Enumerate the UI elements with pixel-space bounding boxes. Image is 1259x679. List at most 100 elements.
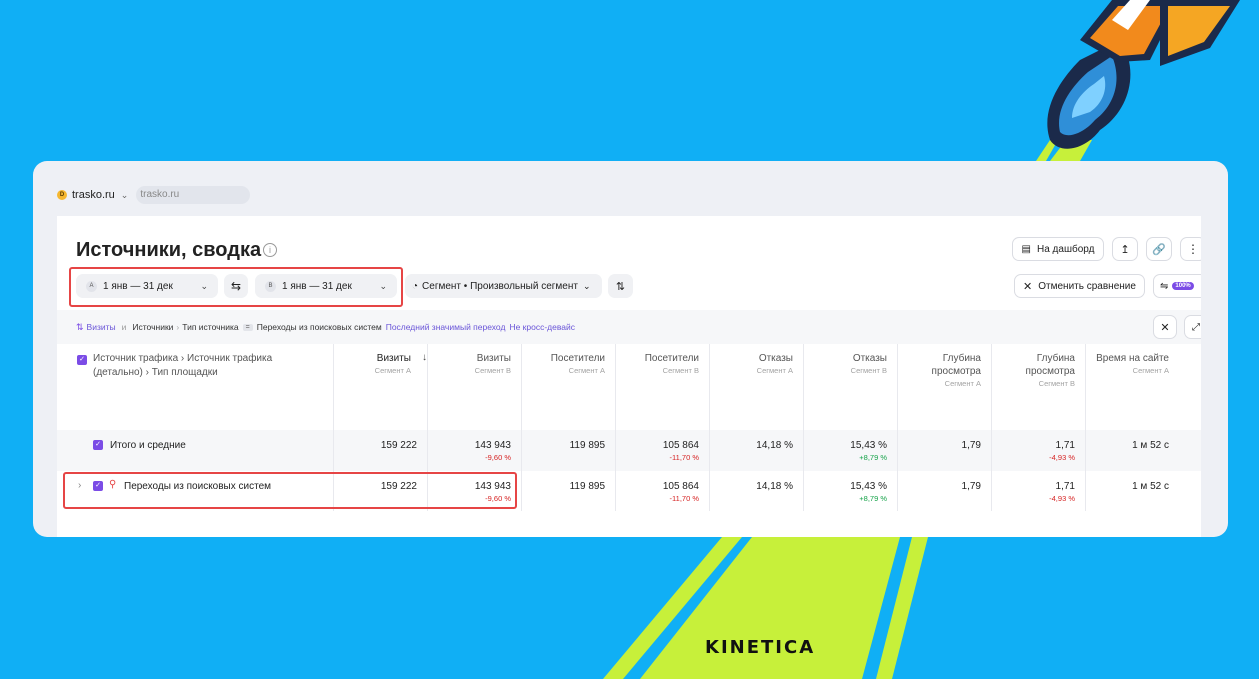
close-icon: ✕ (1160, 321, 1170, 334)
upload-icon: ↥ (1120, 243, 1130, 256)
cell-value: 15,43 % (850, 481, 887, 492)
column-header-3[interactable]: Посетители Сегмент A (521, 344, 615, 430)
column-subtitle: Сегмент B (850, 366, 887, 375)
row-label-cell: ✓ Итого и средние (57, 430, 333, 471)
filter-sort-icon: ⇅ (76, 321, 84, 332)
column-header-8[interactable]: Глубина просмотра Сегмент B (991, 344, 1085, 430)
column-header-6[interactable]: Отказы Сегмент B (803, 344, 897, 430)
cell-value: 15,43 % (850, 440, 887, 451)
brand-logo: KINETICA (705, 637, 816, 658)
report-card: D trasko.ru ⌄ trasko.ru Источники, сводк… (33, 161, 1228, 537)
sampling-button[interactable]: ⇋ 100% (1153, 274, 1201, 298)
cell-delta: +8,79 % (859, 453, 887, 462)
segment-selector[interactable]: ◔ Сегмент • Произвольный сегмент ⌄ (405, 274, 602, 298)
column-title: Глубина просмотра (1025, 353, 1075, 377)
sort-arrows-icon: ⇅ (615, 280, 626, 293)
column-header-1[interactable]: Визиты ↓ Сегмент A (333, 344, 427, 430)
column-subtitle: Сегмент B (1038, 379, 1075, 388)
column-title: Время на сайте (1096, 353, 1169, 364)
site-second-input[interactable]: trasko.ru (136, 186, 251, 204)
cell-value: 1,71 (1055, 481, 1075, 492)
column-header-2[interactable]: Визиты Сегмент B (427, 344, 521, 430)
cell-value: 1 м 52 с (1132, 481, 1169, 492)
table-cell: 119 895 (521, 430, 615, 471)
chevron-down-icon: ⌄ (582, 280, 591, 291)
filter-value[interactable]: Переходы из поисковых систем (257, 322, 382, 332)
cell-value: 14,18 % (756, 440, 793, 451)
filter-and: и (121, 322, 127, 332)
sort-settings-button[interactable]: ⇅ (608, 274, 633, 298)
to-dashboard-button[interactable]: ▤ На дашборд (1012, 237, 1104, 261)
chevron-down-icon: ⌄ (120, 189, 129, 200)
column-subtitle: Сегмент B (474, 366, 511, 375)
cell-value: 1,71 (1055, 440, 1075, 451)
table-cell: 1 м 52 с (1085, 471, 1179, 511)
column-header-5[interactable]: Отказы Сегмент A (709, 344, 803, 430)
cell-value: 14,18 % (756, 481, 793, 492)
cell-delta: -11,70 % (669, 494, 699, 503)
cell-value: 105 864 (662, 440, 699, 451)
column-subtitle: Сегмент A (568, 366, 605, 375)
breadcrumb-separator-icon: › (176, 322, 180, 332)
sample-badge: 100% (1172, 282, 1194, 290)
marker-illustration (1047, 0, 1240, 149)
table-cell: 1,79 (897, 471, 991, 511)
more-button[interactable]: ⋮ (1180, 237, 1201, 261)
column-header-4[interactable]: Посетители Сегмент B (615, 344, 709, 430)
table-cell: 143 943 -9,60 % (427, 430, 521, 471)
cancel-compare-button[interactable]: ✕ Отменить сравнение (1014, 274, 1145, 298)
column-subtitle: Сегмент B (662, 366, 699, 375)
filter-group[interactable]: Источники (132, 322, 173, 332)
attribution-link[interactable]: Последний значимый переход (386, 322, 506, 332)
sliders-icon: ⇋ (1160, 280, 1169, 292)
site-selector-bar: D trasko.ru ⌄ trasko.ru (57, 186, 251, 204)
cell-value: 105 864 (662, 481, 699, 492)
more-vertical-icon: ⋮ (1187, 242, 1199, 256)
cell-delta: -4,93 % (1049, 453, 1075, 462)
column-header-9[interactable]: Время на сайте Сегмент A (1085, 344, 1179, 430)
expand-button[interactable]: ⤢ (1184, 315, 1201, 339)
copy-link-button[interactable]: 🔗 (1146, 237, 1172, 261)
table-row: ✓ Итого и средние 159 222 143 943 -9,60 % 1… (57, 430, 1201, 471)
table-cell: 1 м 52 с (1085, 430, 1179, 471)
table-cell: 159 222 (333, 430, 427, 471)
segment-pie-icon: ◔ (412, 280, 419, 292)
dimension-header[interactable]: Источник трафика › Источник трафика (дет… (93, 352, 313, 380)
cell-value: 159 222 (380, 440, 417, 451)
site-name: trasko.ru (72, 189, 115, 201)
table-cell: 119 895 (521, 471, 615, 511)
table-cell: 105 864 -11,70 % (615, 471, 709, 511)
cell-delta: +8,79 % (859, 494, 887, 503)
site-favicon-icon: D (57, 190, 67, 200)
link-icon: 🔗 (1152, 243, 1166, 256)
cell-value: 1,79 (961, 481, 981, 492)
dimension-header-cell: ✓ Источник трафика › Источник трафика (д… (57, 344, 333, 430)
table-cell: 14,18 % (709, 471, 803, 511)
cell-value: 143 943 (474, 440, 511, 451)
table-cell: 1,79 (897, 430, 991, 471)
export-button[interactable]: ↥ (1112, 237, 1138, 261)
column-title: Отказы (852, 353, 887, 364)
column-title: Глубина просмотра (931, 353, 981, 377)
checkbox-checked-icon[interactable]: ✓ (93, 440, 103, 450)
expand-icon: ⤢ (1192, 321, 1200, 333)
table-cell: 15,43 % +8,79 % (803, 430, 897, 471)
crossdevice-link[interactable]: Не кросс-девайс (509, 322, 575, 332)
filter-metric[interactable]: Визиты (87, 322, 116, 332)
column-header-7[interactable]: Глубина просмотра Сегмент A (897, 344, 991, 430)
table-header-row: ✓ Источник трафика › Источник трафика (д… (57, 344, 1201, 430)
column-subtitle: Сегмент A (944, 379, 981, 388)
checkbox-checked-icon[interactable]: ✓ (77, 355, 87, 365)
table-cell: 105 864 -11,70 % (615, 430, 709, 471)
filter-operator: = (242, 323, 253, 331)
info-icon[interactable]: i (263, 243, 277, 257)
clear-filter-button[interactable]: ✕ (1153, 315, 1177, 339)
column-subtitle: Сегмент A (374, 366, 411, 375)
cell-delta: -9,60 % (485, 453, 511, 462)
filter-dimension[interactable]: Тип источника (182, 322, 238, 332)
site-selector[interactable]: D trasko.ru ⌄ (57, 189, 128, 201)
column-title: Визиты (476, 353, 511, 364)
table-cell: 15,43 % +8,79 % (803, 471, 897, 511)
cell-value: 1,79 (961, 440, 981, 451)
table-cell: 1,71 -4,93 % (991, 471, 1085, 511)
